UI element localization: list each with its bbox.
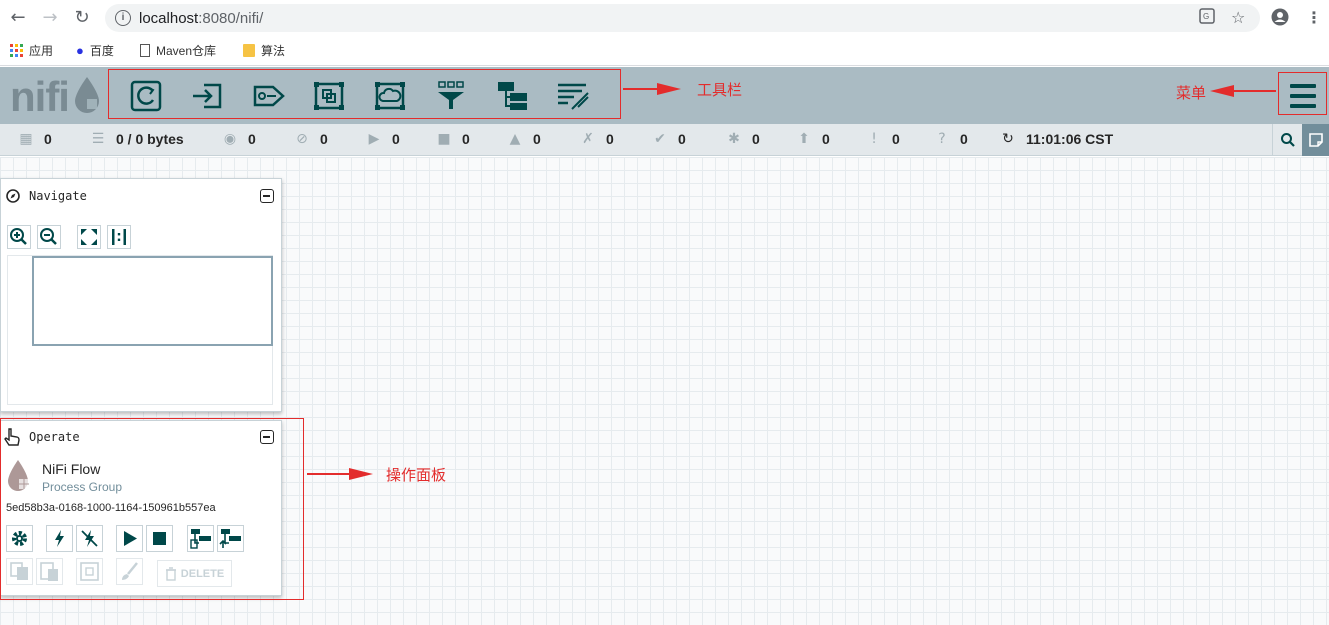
transmitting-icon: ◉: [223, 131, 237, 147]
queue-list-icon: ☰: [91, 131, 105, 147]
arrow-up-circle-icon: ⬆: [798, 131, 810, 147]
up-to-date-status: ✔ 0: [652, 131, 686, 147]
remote-process-group-icon[interactable]: [373, 80, 407, 112]
check-icon: ✔: [654, 131, 666, 147]
queued-status: ☰ 0 / 0 bytes: [91, 131, 184, 147]
toolbar-annotation-arrow-icon: [623, 83, 681, 95]
question-icon: ?: [938, 131, 946, 147]
bookmarks-bar: 应用 ● 百度 Maven仓库 算法: [0, 36, 1329, 66]
bulletin-board-button[interactable]: [1302, 124, 1329, 156]
baidu-paw-icon: ●: [76, 43, 84, 58]
operate-highlight: [0, 418, 304, 600]
bookmark-algo[interactable]: 算法: [243, 42, 285, 59]
forward-arrow-icon[interactable]: →: [40, 8, 60, 28]
bookmark-label: Maven仓库: [156, 44, 217, 58]
bookmark-baidu[interactable]: ● 百度: [76, 42, 114, 59]
page-icon: [140, 44, 150, 57]
menu-annotation-arrow-icon: [1210, 85, 1276, 97]
profile-avatar-icon[interactable]: [1271, 8, 1289, 30]
browser-toolbar: ← → ↻ i localhost:8080/nifi/ G ☆ ⋮: [0, 0, 1329, 36]
input-port-icon[interactable]: [190, 80, 224, 112]
bookmark-label: 百度: [89, 44, 114, 58]
address-bar[interactable]: i localhost:8080/nifi/: [105, 4, 1260, 32]
actual-size-button[interactable]: [107, 225, 131, 249]
bookmark-label: 应用: [29, 44, 54, 58]
birdseye-viewport[interactable]: [32, 256, 273, 346]
bookmark-label: 算法: [261, 44, 286, 58]
invalid-status: ▲ 0: [507, 131, 541, 147]
svg-text:G: G: [1203, 12, 1209, 21]
stopped-status: ■ 0: [437, 131, 470, 147]
sticky-note-icon: [1309, 133, 1323, 147]
search-button[interactable]: [1272, 124, 1302, 156]
expand-icon: [81, 229, 97, 245]
operate-annotation-arrow-icon: [307, 468, 373, 480]
running-status: ▶ 0: [366, 131, 400, 147]
back-arrow-icon[interactable]: ←: [8, 8, 28, 28]
threads-icon: ▦: [19, 131, 33, 147]
navigate-title: Navigate: [29, 189, 87, 203]
nifi-drop-logo-icon: [75, 77, 99, 113]
not-transmitting-status: ⊘ 0: [294, 131, 328, 147]
sync-failure-status: ? 0: [934, 131, 968, 147]
toolbar-highlight: [108, 69, 621, 119]
global-menu-hamburger-icon[interactable]: [1290, 84, 1316, 114]
url-text: localhost:8080/nifi/: [139, 10, 264, 27]
stop-icon: ■: [437, 131, 451, 147]
reload-icon[interactable]: ↻: [72, 8, 92, 28]
apps-grid-icon: [10, 44, 23, 57]
zoom-out-icon: [40, 228, 57, 245]
not-transmitting-icon: ⊘: [296, 131, 308, 147]
nifi-logo: nifi: [10, 73, 70, 120]
navigate-panel: Navigate: [0, 178, 282, 412]
nifi-header: nifi 工具栏 菜单: [0, 67, 1329, 124]
locally-modified-status: ✱ 0: [726, 131, 760, 147]
translate-icon[interactable]: G: [1199, 8, 1215, 28]
template-icon[interactable]: [495, 80, 529, 112]
locally-modified-stale-status: ! 0: [866, 131, 900, 147]
disabled-status: ✗ 0: [580, 131, 614, 147]
funnel-icon[interactable]: [434, 80, 468, 112]
warning-icon: ▲: [509, 131, 521, 147]
menu-annotation: 菜单: [1176, 84, 1207, 102]
bookmark-apps[interactable]: 应用: [10, 42, 53, 59]
operate-annotation: 操作面板: [386, 466, 447, 484]
exclamation-circle-icon: !: [871, 131, 877, 147]
refresh-icon[interactable]: ↻: [1000, 131, 1016, 147]
transmitting-status: ◉ 0: [223, 131, 256, 147]
one-to-one-icon: [112, 229, 126, 245]
site-info-icon[interactable]: i: [115, 10, 131, 26]
play-icon: ▶: [368, 131, 380, 147]
toolbar-annotation: 工具栏: [697, 81, 743, 99]
asterisk-icon: ✱: [728, 131, 740, 147]
processor-icon[interactable]: [129, 80, 163, 112]
active-threads-status: ▦ 0: [19, 131, 52, 147]
stale-status: ⬆ 0: [796, 131, 830, 147]
bookmark-star-icon[interactable]: ☆: [1231, 8, 1245, 27]
output-port-icon[interactable]: [251, 80, 285, 112]
birdseye-view[interactable]: [7, 255, 273, 405]
zoom-in-icon: [10, 228, 27, 245]
disabled-icon: ✗: [582, 131, 594, 147]
browser-menu-icon[interactable]: ⋮: [1306, 8, 1322, 27]
process-group-icon[interactable]: [312, 80, 346, 112]
flow-status-bar: ▦ 0 ☰ 0 / 0 bytes ◉ 0 ⊘ 0 ▶ 0 ■ 0 ▲ 0 ✗ 0 ✔ 0 ✱ 0 …: [0, 124, 1329, 156]
search-icon: [1281, 133, 1295, 147]
compass-icon: [6, 189, 20, 203]
refresh-status[interactable]: ↻ 11:01:06 CST: [1000, 131, 1113, 147]
bookmark-maven[interactable]: Maven仓库: [140, 42, 216, 59]
folder-icon: [243, 44, 255, 57]
label-icon[interactable]: [556, 80, 590, 112]
fit-screen-button[interactable]: [77, 225, 101, 249]
zoom-in-button[interactable]: [7, 225, 31, 249]
navigate-collapse-icon[interactable]: [260, 189, 274, 203]
zoom-out-button[interactable]: [37, 225, 61, 249]
